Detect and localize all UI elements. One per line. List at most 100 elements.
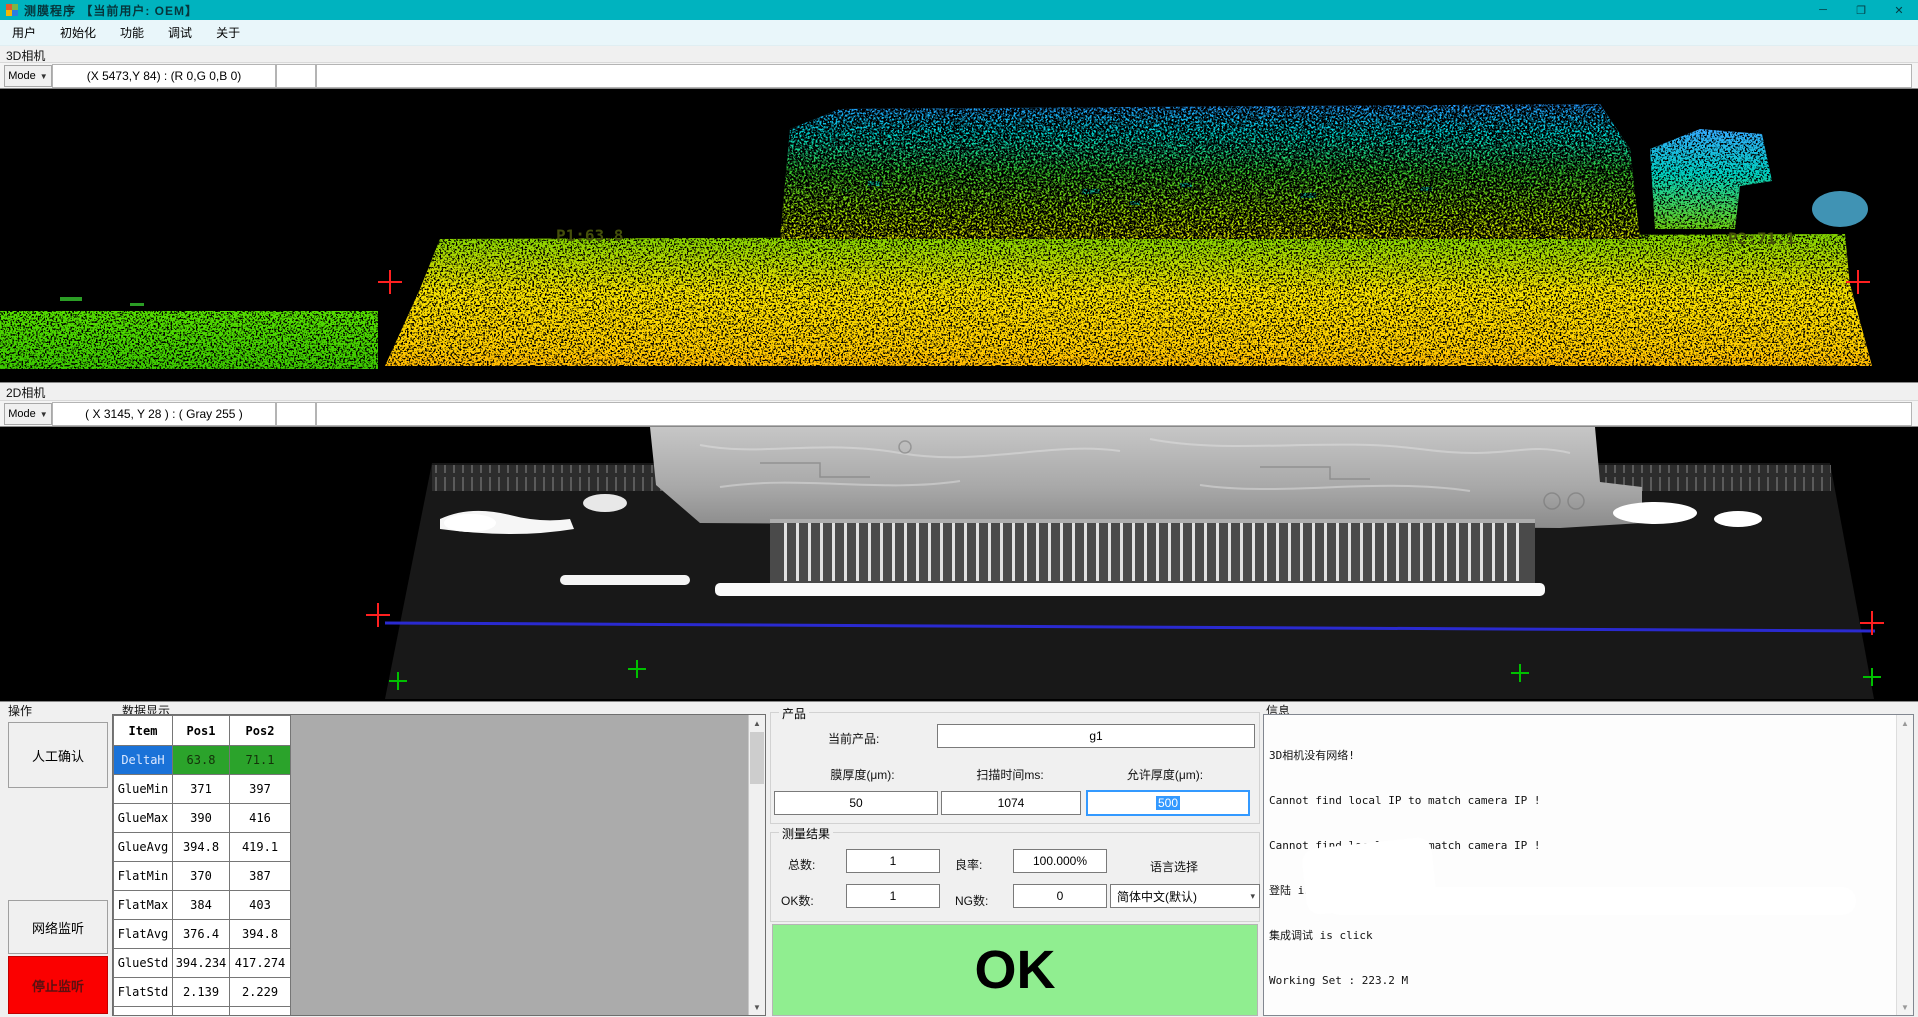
camera2d-cursor-status: ( X 3145, Y 28 ) : ( Gray 255 ) bbox=[52, 402, 276, 426]
cell-pos1: 2583.5 bbox=[173, 1007, 230, 1017]
camera2d-mode-label: Mode bbox=[8, 408, 36, 420]
menu-item-function[interactable]: 功能 bbox=[108, 20, 156, 45]
measurement-groupbox: 测量结果 bbox=[770, 832, 1260, 922]
cell-pos1: 394.234 bbox=[173, 949, 230, 978]
yield-field[interactable]: 100.000% bbox=[1013, 849, 1107, 873]
p1-measure-label: P1:63.8 bbox=[556, 226, 623, 245]
cell-item: FlatMax bbox=[114, 891, 173, 920]
cell-item: FlatAvg bbox=[114, 920, 173, 949]
log-scrollbar[interactable]: ▲ ▼ bbox=[1896, 715, 1913, 1015]
data-table-container: Item Pos1 Pos2 DeltaH 63.8 71.1 GlueMin … bbox=[112, 714, 766, 1016]
table-row[interactable]: FlatMax 384 403 bbox=[114, 891, 291, 920]
language-select-label: 语言选择 bbox=[1150, 858, 1198, 875]
menu-item-about[interactable]: 关于 bbox=[204, 20, 252, 45]
menu-item-init[interactable]: 初始化 bbox=[48, 20, 108, 45]
stop-listen-button[interactable]: 停止监听 bbox=[8, 956, 108, 1014]
table-row[interactable]: DeltaH 63.8 71.1 bbox=[114, 746, 291, 775]
total-field[interactable]: 1 bbox=[846, 849, 940, 873]
allow-thickness-label: 允许厚度(μm): bbox=[1085, 766, 1245, 783]
log-output[interactable]: 3D相机没有网络! Cannot find local IP to match … bbox=[1263, 714, 1914, 1016]
cell-pos2: 2.229 bbox=[230, 978, 291, 1007]
allow-thickness-field[interactable]: 500 bbox=[1086, 790, 1250, 816]
cell-item: GlueMax bbox=[114, 804, 173, 833]
cell-pos2: 394.8 bbox=[230, 920, 291, 949]
redaction-blob bbox=[1326, 887, 1856, 915]
manual-confirm-button[interactable]: 人工确认 bbox=[8, 722, 108, 788]
scroll-down-icon[interactable]: ▼ bbox=[749, 999, 765, 1015]
table-row[interactable]: X 2583.5 7966.7 bbox=[114, 1007, 291, 1017]
chevron-down-icon: ▾ bbox=[1250, 891, 1255, 902]
ng-count-label: NG数: bbox=[955, 892, 988, 909]
ok-count-field[interactable]: 1 bbox=[846, 884, 940, 908]
cell-item: GlueStd bbox=[114, 949, 173, 978]
ng-count-field[interactable]: 0 bbox=[1013, 884, 1107, 908]
table-row[interactable]: GlueAvg 394.8 419.1 bbox=[114, 833, 291, 862]
table-row[interactable]: GlueMax 390 416 bbox=[114, 804, 291, 833]
scroll-up-icon[interactable]: ▲ bbox=[1897, 715, 1913, 731]
camera3d-cursor-status: (X 5473,Y 84) : (R 0,G 0,B 0) bbox=[52, 64, 276, 88]
camera3d-status-cell-3 bbox=[316, 64, 1912, 88]
cell-pos1: 63.8 bbox=[173, 746, 230, 775]
table-row[interactable]: FlatAvg 376.4 394.8 bbox=[114, 920, 291, 949]
cell-pos1: 384 bbox=[173, 891, 230, 920]
operation-panel-title: 操作 bbox=[8, 702, 32, 719]
cell-pos2: 419.1 bbox=[230, 833, 291, 862]
camera3d-toolbar: Mode ▼ (X 5473,Y 84) : (R 0,G 0,B 0) bbox=[0, 62, 1918, 89]
cell-pos2: 71.1 bbox=[230, 746, 291, 775]
heightmap-3d-image: P1:63.8 P2:71.1 bbox=[0, 89, 1918, 382]
col-header-pos2: Pos2 bbox=[230, 716, 291, 746]
menu-item-debug[interactable]: 调试 bbox=[156, 20, 204, 45]
log-line: Working Set : 223.2 M bbox=[1269, 973, 1893, 988]
maximize-button[interactable]: ❐ bbox=[1842, 0, 1880, 20]
language-dropdown[interactable]: 简体中文(默认) ▾ bbox=[1110, 884, 1260, 908]
window-title: 测膜程序 【当前用户: OEM】 bbox=[24, 2, 198, 19]
scan-time-label: 扫描时间ms: bbox=[940, 766, 1080, 783]
cell-item: X bbox=[114, 1007, 173, 1017]
table-row[interactable]: GlueMin 371 397 bbox=[114, 775, 291, 804]
network-listen-button[interactable]: 网络监听 bbox=[8, 900, 108, 954]
camera2d-status-cell-3 bbox=[316, 402, 1912, 426]
film-thickness-field[interactable]: 50 bbox=[774, 791, 938, 815]
camera3d-image-view[interactable]: P1:63.8 P2:71.1 bbox=[0, 88, 1918, 383]
ok-count-label: OK数: bbox=[781, 892, 814, 909]
cell-pos2: 417.274 bbox=[230, 949, 291, 978]
log-line: Cannot find local IP to match camera IP … bbox=[1269, 793, 1893, 808]
cell-pos2: 7966.7 bbox=[230, 1007, 291, 1017]
scrollbar-thumb[interactable] bbox=[750, 732, 764, 784]
log-line: 3D相机没有网络! bbox=[1269, 748, 1893, 763]
camera3d-mode-button[interactable]: Mode ▼ bbox=[4, 65, 52, 87]
product-group-title: 产品 bbox=[779, 705, 809, 722]
menu-item-user[interactable]: 用户 bbox=[0, 20, 48, 45]
table-scrollbar[interactable]: ▲ ▼ bbox=[748, 715, 765, 1015]
minimize-button[interactable]: ─ bbox=[1804, 0, 1842, 20]
cell-pos2: 416 bbox=[230, 804, 291, 833]
camera2d-toolbar: Mode ▼ ( X 3145, Y 28 ) : ( Gray 255 ) bbox=[0, 400, 1918, 427]
cell-pos1: 376.4 bbox=[173, 920, 230, 949]
cell-pos2: 403 bbox=[230, 891, 291, 920]
log-line: 集成调试 is click bbox=[1269, 928, 1893, 943]
camera2d-label: 2D相机 bbox=[6, 384, 45, 401]
chevron-down-icon: ▼ bbox=[40, 410, 48, 419]
cell-item: FlatStd bbox=[114, 978, 173, 1007]
cell-item: DeltaH bbox=[114, 746, 173, 775]
camera2d-mode-button[interactable]: Mode ▼ bbox=[4, 403, 52, 425]
scan-time-field[interactable]: 1074 bbox=[941, 791, 1081, 815]
table-row[interactable]: FlatStd 2.139 2.229 bbox=[114, 978, 291, 1007]
scroll-down-icon[interactable]: ▼ bbox=[1897, 999, 1913, 1015]
camera2d-image-view[interactable] bbox=[0, 426, 1918, 702]
close-button[interactable]: ✕ bbox=[1880, 0, 1918, 20]
film-thickness-label: 膜厚度(μm): bbox=[790, 766, 935, 783]
table-row[interactable]: FlatMin 370 387 bbox=[114, 862, 291, 891]
cell-item: GlueMin bbox=[114, 775, 173, 804]
table-row[interactable]: GlueStd 394.234 417.274 bbox=[114, 949, 291, 978]
cell-item: GlueAvg bbox=[114, 833, 173, 862]
selected-text: 500 bbox=[1156, 796, 1180, 810]
current-product-field[interactable]: g1 bbox=[937, 724, 1255, 748]
current-product-label: 当前产品: bbox=[828, 730, 879, 747]
language-dropdown-value: 简体中文(默认) bbox=[1117, 888, 1197, 905]
app-icon bbox=[6, 4, 18, 16]
yield-label: 良率: bbox=[955, 856, 982, 873]
cell-item: FlatMin bbox=[114, 862, 173, 891]
scroll-up-icon[interactable]: ▲ bbox=[749, 715, 765, 731]
cell-pos2: 387 bbox=[230, 862, 291, 891]
